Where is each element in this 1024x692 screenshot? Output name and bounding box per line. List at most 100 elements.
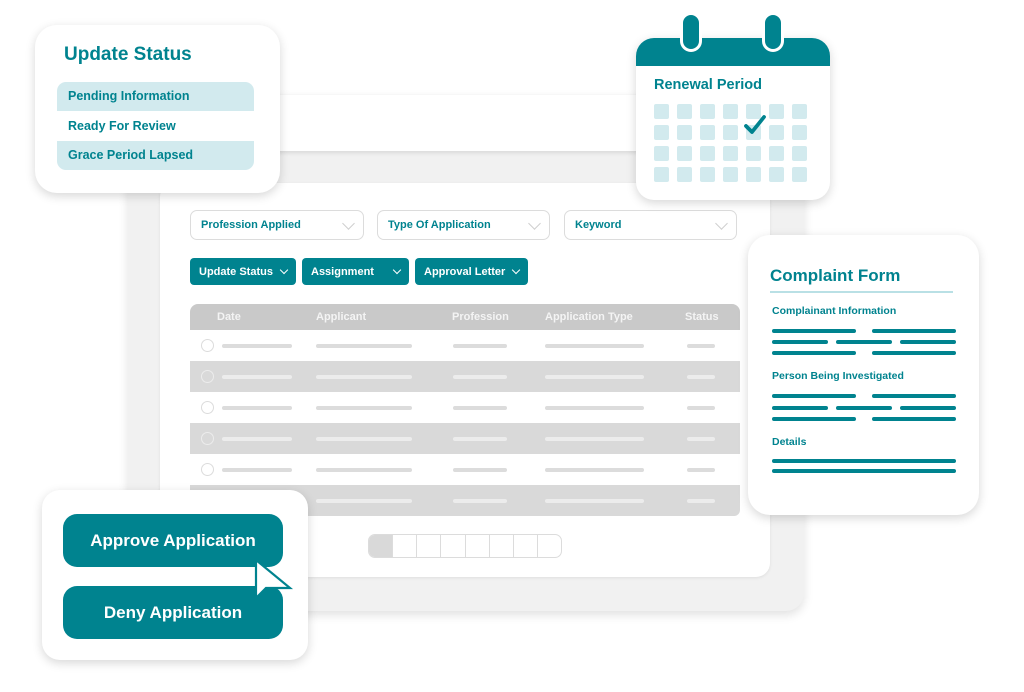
calendar-day[interactable] (677, 146, 692, 161)
form-field-line (772, 459, 956, 463)
chevron-down-icon (279, 265, 289, 274)
cell-placeholder (545, 406, 644, 410)
cell-placeholder (222, 468, 292, 472)
approve-application-button[interactable]: Approve Application (63, 514, 283, 567)
page-button[interactable] (512, 535, 537, 557)
table-row[interactable] (190, 361, 740, 392)
calendar-day[interactable] (723, 125, 738, 140)
section-person-being-investigated: Person Being Investigated (772, 370, 904, 382)
page-button[interactable] (416, 535, 440, 557)
status-option-pending-information[interactable]: Pending Information (57, 82, 254, 111)
pagination (368, 534, 562, 558)
cell-placeholder (687, 406, 715, 410)
column-header-profession[interactable]: Profession (452, 311, 509, 323)
approval-letter-button[interactable]: Approval Letter (415, 258, 528, 285)
table-row[interactable] (190, 330, 740, 361)
chevron-down-icon (715, 216, 728, 230)
calendar-day[interactable] (700, 125, 715, 140)
calendar-ring-icon (680, 12, 702, 52)
column-header-applicant[interactable]: Applicant (316, 311, 366, 323)
page-button[interactable] (440, 535, 464, 557)
dropdown-label: Keyword (575, 219, 622, 231)
cell-placeholder (453, 468, 507, 472)
complaint-form-card: Complaint Form Complainant Information P… (748, 235, 979, 515)
page-button[interactable] (392, 535, 416, 557)
calendar-day[interactable] (769, 125, 784, 140)
chevron-down-icon (392, 265, 402, 274)
calendar-day[interactable] (654, 167, 669, 182)
calendar-day[interactable] (723, 146, 738, 161)
row-select-radio[interactable] (201, 432, 214, 445)
calendar-day[interactable] (792, 146, 807, 161)
calendar-day[interactable] (792, 125, 807, 140)
table-row[interactable] (190, 454, 740, 485)
table-row[interactable] (190, 423, 740, 454)
form-field-line (872, 329, 956, 333)
row-select-radio[interactable] (201, 339, 214, 352)
page-button[interactable] (464, 535, 489, 557)
cell-placeholder (545, 437, 644, 441)
cell-placeholder (316, 375, 412, 379)
renewal-period-calendar: Renewal Period (636, 38, 830, 200)
calendar-day[interactable] (654, 125, 669, 140)
update-status-button[interactable]: Update Status (190, 258, 296, 285)
section-details: Details (772, 436, 807, 448)
form-field-line (872, 417, 956, 421)
calendar-day[interactable] (746, 146, 761, 161)
calendar-day[interactable] (769, 104, 784, 119)
calendar-day[interactable] (700, 146, 715, 161)
cell-placeholder (316, 437, 412, 441)
page-button-current[interactable] (369, 535, 393, 557)
chevron-down-icon (511, 265, 521, 274)
calendar-day-selected[interactable] (744, 115, 766, 140)
calendar-day[interactable] (654, 146, 669, 161)
calendar-day[interactable] (700, 104, 715, 119)
cell-placeholder (453, 344, 507, 348)
calendar-grid (654, 104, 807, 182)
section-complainant-information: Complainant Information (772, 305, 897, 317)
page-button[interactable] (488, 535, 513, 557)
cell-placeholder (453, 375, 507, 379)
calendar-day[interactable] (677, 125, 692, 140)
update-status-card: Update Status Pending Information Ready … (35, 25, 280, 193)
calendar-day[interactable] (677, 104, 692, 119)
calendar-day[interactable] (723, 104, 738, 119)
calendar-day[interactable] (769, 167, 784, 182)
calendar-day[interactable] (746, 167, 761, 182)
type-of-application-dropdown[interactable]: Type Of Application (377, 210, 550, 240)
calendar-day[interactable] (723, 167, 738, 182)
calendar-day[interactable] (700, 167, 715, 182)
status-option-grace-period-lapsed[interactable]: Grace Period Lapsed (57, 141, 254, 170)
calendar-day[interactable] (654, 104, 669, 119)
form-field-line (772, 394, 856, 398)
calendar-day[interactable] (769, 146, 784, 161)
cell-placeholder (687, 468, 715, 472)
row-select-radio[interactable] (201, 463, 214, 476)
cell-placeholder (222, 375, 292, 379)
calendar-title: Renewal Period (654, 77, 762, 93)
calendar-day[interactable] (677, 167, 692, 182)
form-field-line (772, 329, 856, 333)
column-header-application-type[interactable]: Application Type (545, 311, 633, 323)
deny-application-button[interactable]: Deny Application (63, 586, 283, 639)
cell-placeholder (545, 468, 644, 472)
table-row[interactable] (190, 392, 740, 423)
status-option-ready-for-review[interactable]: Ready For Review (57, 112, 254, 141)
page-button[interactable] (536, 535, 561, 557)
form-field-line (772, 417, 856, 421)
cell-placeholder (316, 499, 412, 503)
assignment-button[interactable]: Assignment (302, 258, 409, 285)
column-header-date[interactable]: Date (217, 311, 241, 323)
column-header-status[interactable]: Status (685, 311, 719, 323)
profession-applied-dropdown[interactable]: Profession Applied (190, 210, 364, 240)
button-label: Approval Letter (424, 265, 506, 278)
cell-placeholder (545, 499, 644, 503)
row-select-radio[interactable] (201, 370, 214, 383)
calendar-day[interactable] (792, 104, 807, 119)
form-field-line (772, 340, 828, 344)
cell-placeholder (453, 437, 507, 441)
calendar-day[interactable] (792, 167, 807, 182)
form-field-line (872, 394, 956, 398)
row-select-radio[interactable] (201, 401, 214, 414)
keyword-dropdown[interactable]: Keyword (564, 210, 737, 240)
